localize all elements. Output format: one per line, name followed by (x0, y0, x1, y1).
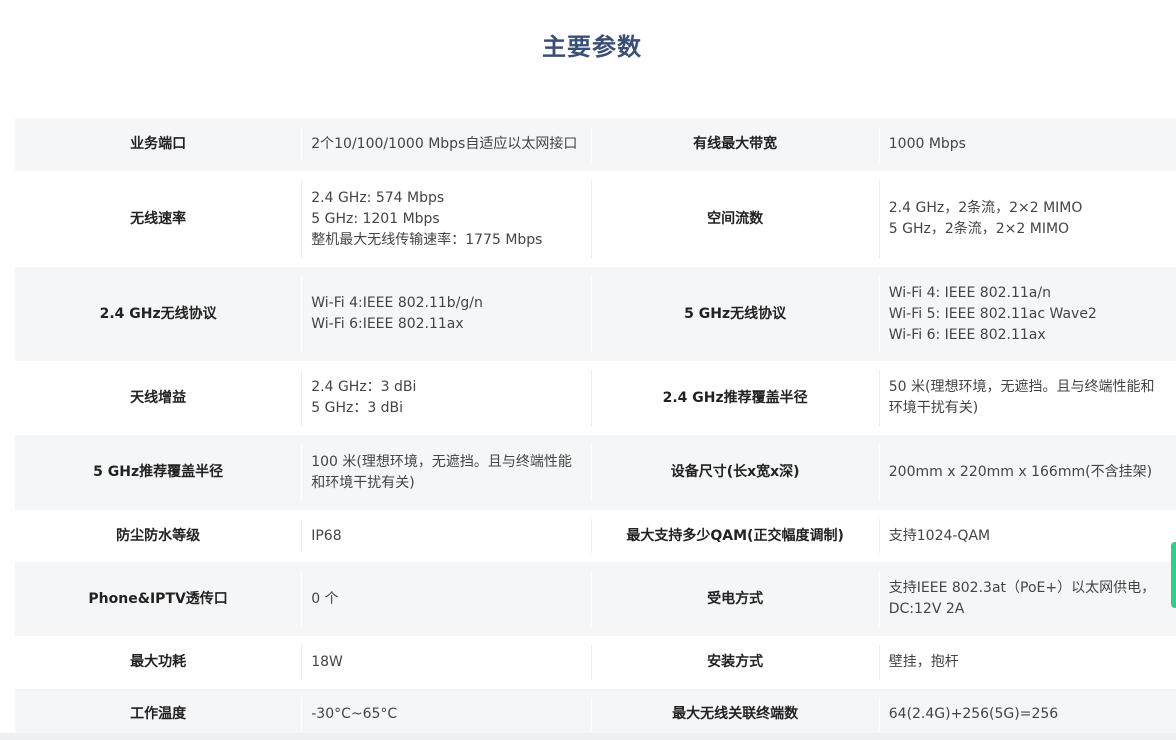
spec-value: Wi-Fi 4:IEEE 802.11b/g/n Wi-Fi 6:IEEE 80… (302, 267, 590, 361)
spec-page: 主要参数 业务端口 2个10/100/1000 Mbps自适应以太网接口 有线最… (0, 0, 1176, 740)
spec-value-text: 18W (311, 654, 343, 670)
spec-value: Wi-Fi 4: IEEE 802.11a/n Wi-Fi 5: IEEE 80… (880, 267, 1176, 361)
spec-value: 18W (302, 636, 590, 689)
spec-value: 壁挂，抱杆 (880, 636, 1176, 689)
spec-label: 最大功耗 (130, 654, 187, 670)
spec-label: 受电方式 (707, 590, 764, 607)
spec-value-text: Wi-Fi 4: IEEE 802.11a/n Wi-Fi 5: IEEE 80… (888, 284, 1097, 343)
spec-value-text: IP68 (311, 527, 342, 544)
spec-label: 最大支持多少QAM(正交幅度调制) (626, 527, 844, 544)
spec-label: 设备尺寸(长x宽x深) (670, 464, 800, 480)
table-row: 5 GHz推荐覆盖半径 100 米(理想环境，无遮挡。且与终端性能和环境干扰有关… (15, 435, 1176, 510)
table-row: 防尘防水等级 IP68 最大支持多少QAM(正交幅度调制) 支持1024-QAM (15, 510, 1176, 562)
table-row: 无线速率 2.4 GHz: 574 Mbps 5 GHz: 1201 Mbps … (15, 171, 1176, 267)
spec-value: 200mm x 220mm x 166mm(不含挂架) (880, 435, 1176, 510)
spec-label: Phone&IPTV透传口 (88, 590, 228, 607)
spec-label: 2.4 GHz无线协议 (99, 305, 217, 322)
page-title: 主要参数 (542, 33, 642, 61)
spec-label: 5 GHz推荐覆盖半径 (93, 464, 224, 480)
spec-table: 业务端口 2个10/100/1000 Mbps自适应以太网接口 有线最大带宽 1… (15, 118, 1176, 740)
table-row: 天线增益 2.4 GHz：3 dBi 5 GHz：3 dBi 2.4 GHz推荐… (15, 361, 1176, 435)
spec-value-text: Wi-Fi 4:IEEE 802.11b/g/n Wi-Fi 6:IEEE 80… (311, 295, 483, 332)
spec-value-text: 2个10/100/1000 Mbps自适应以太网接口 (311, 136, 578, 152)
spec-label: 5 GHz无线协议 (684, 305, 787, 322)
spec-value: IP68 (302, 510, 590, 562)
side-float-tab[interactable] (1171, 542, 1176, 608)
spec-value-text: -30°C~65°C (311, 706, 398, 722)
spec-label: 无线速率 (130, 210, 187, 227)
spec-value-text: 100 米(理想环境，无遮挡。且与终端性能和环境干扰有关) (311, 453, 572, 491)
spec-value: 1000 Mbps (880, 118, 1176, 171)
spec-value: 100 米(理想环境，无遮挡。且与终端性能和环境干扰有关) (302, 435, 590, 510)
spec-value: 支持1024-QAM (880, 510, 1176, 562)
spec-value-text: 2.4 GHz：3 dBi 5 GHz：3 dBi (311, 379, 417, 416)
spec-value: 2.4 GHz：3 dBi 5 GHz：3 dBi (302, 361, 590, 435)
spec-label: 安装方式 (707, 654, 764, 670)
spec-value-text: 64(2.4G)+256(5G)=256 (888, 706, 1059, 722)
spec-label: 2.4 GHz推荐覆盖半径 (662, 389, 808, 406)
spec-value-text: 0 个 (311, 590, 339, 607)
spec-value-text: 2.4 GHz，2条流，2×2 MIMO 5 GHz，2条流，2×2 MIMO (888, 200, 1083, 237)
spec-value-text: 200mm x 220mm x 166mm(不含挂架) (888, 464, 1153, 480)
spec-value: 2.4 GHz，2条流，2×2 MIMO 5 GHz，2条流，2×2 MIMO (880, 171, 1176, 267)
spec-value: 2.4 GHz: 574 Mbps 5 GHz: 1201 Mbps 整机最大无… (302, 171, 590, 267)
spec-label: 空间流数 (707, 210, 764, 227)
spec-value-text: 支持1024-QAM (888, 527, 991, 544)
spec-value: 2个10/100/1000 Mbps自适应以太网接口 (302, 118, 590, 171)
spec-value-text: 1000 Mbps (888, 136, 966, 152)
table-row: Phone&IPTV透传口 0 个 受电方式 支持IEEE 802.3at（Po… (15, 562, 1176, 636)
spec-value-text: 支持IEEE 802.3at（PoE+）以太网供电，DC:12V 2A (888, 580, 1156, 617)
spec-value: 50 米(理想环境，无遮挡。且与终端性能和环境干扰有关) (880, 361, 1176, 435)
table-row: 业务端口 2个10/100/1000 Mbps自适应以太网接口 有线最大带宽 1… (15, 118, 1176, 171)
spec-label: 防尘防水等级 (116, 527, 201, 544)
spec-label: 业务端口 (130, 136, 187, 152)
spec-value-text: 2.4 GHz: 574 Mbps 5 GHz: 1201 Mbps 整机最大无… (311, 189, 543, 248)
spec-value: 0 个 (302, 562, 590, 636)
spec-value: 支持IEEE 802.3at（PoE+）以太网供电，DC:12V 2A (880, 562, 1176, 636)
spec-value-text: 50 米(理想环境，无遮挡。且与终端性能和环境干扰有关) (888, 379, 1155, 416)
spec-value-text: 壁挂，抱杆 (888, 654, 959, 670)
spec-label: 天线增益 (130, 389, 187, 406)
table-row: 最大功耗 18W 安装方式 壁挂，抱杆 (15, 636, 1176, 689)
table-row: 2.4 GHz无线协议 Wi-Fi 4:IEEE 802.11b/g/n Wi-… (15, 267, 1176, 361)
bottom-edge-bar (0, 733, 1176, 740)
spec-label: 有线最大带宽 (693, 136, 778, 152)
